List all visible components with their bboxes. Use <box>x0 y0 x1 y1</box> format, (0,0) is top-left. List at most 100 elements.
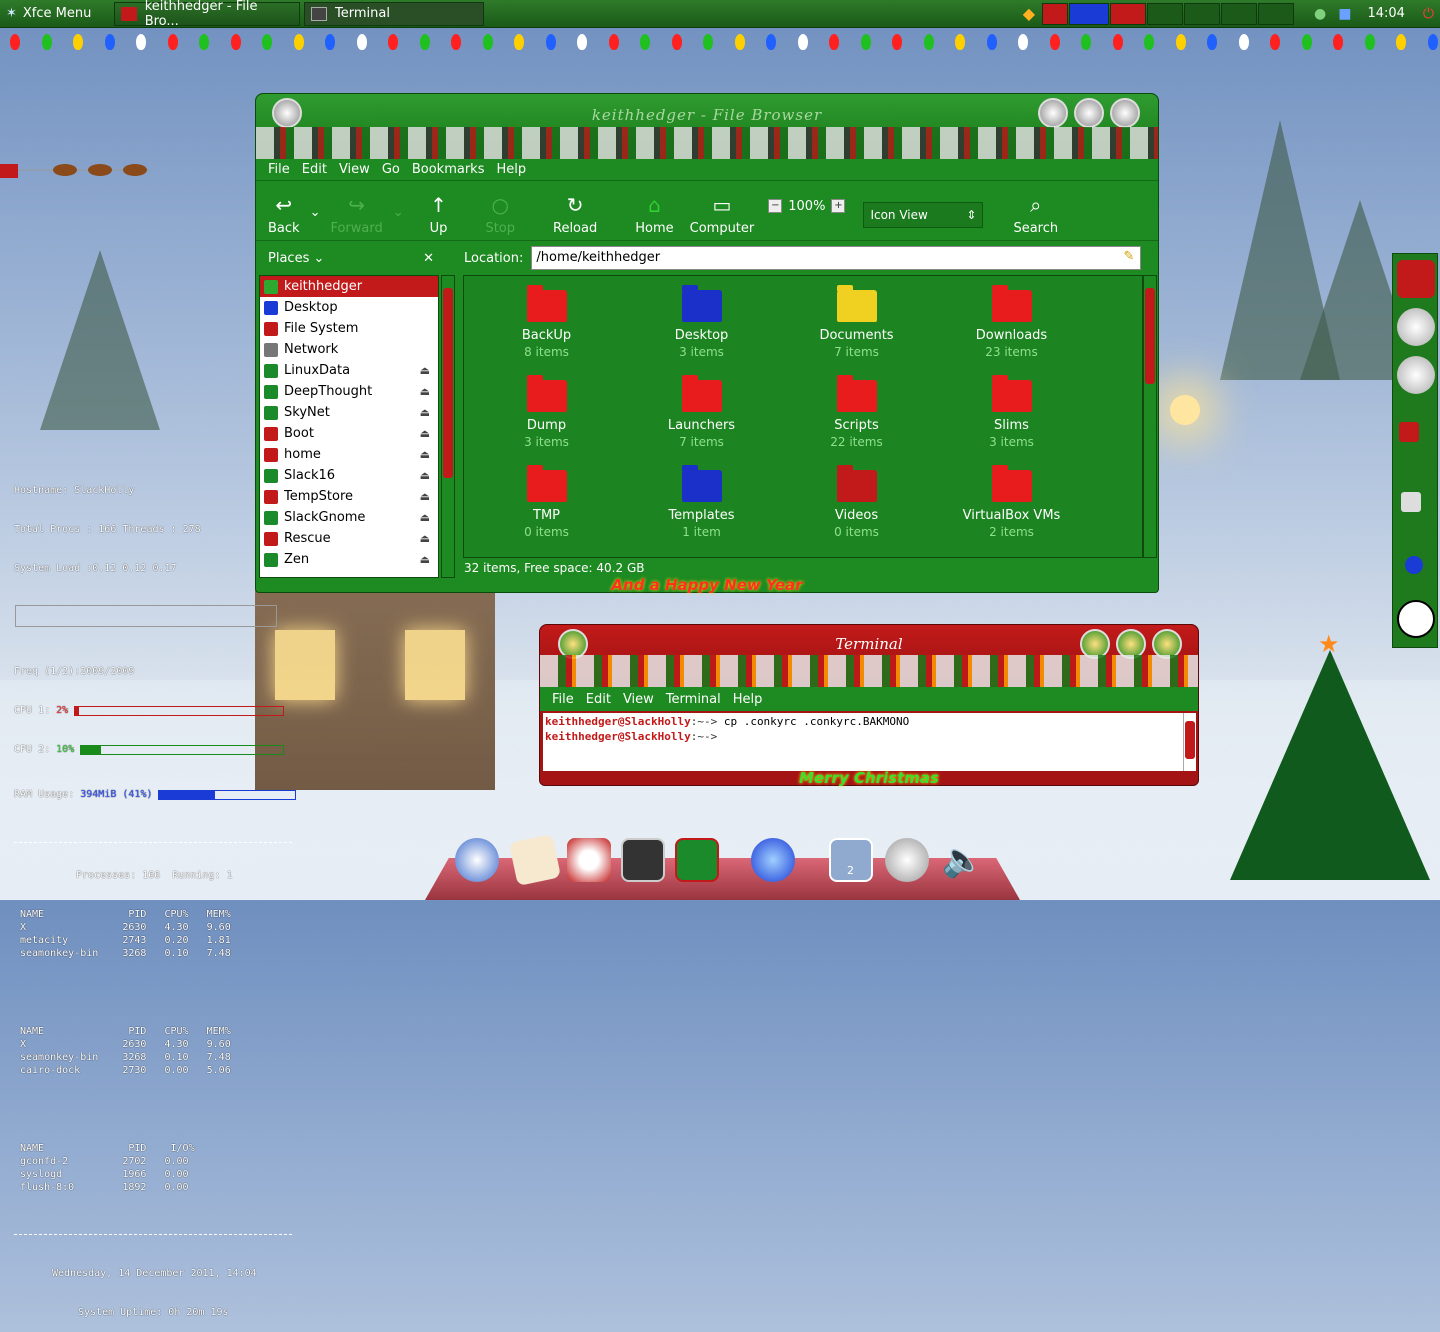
dock-mail-icon[interactable] <box>508 833 562 887</box>
home-button[interactable]: ⌂ Home <box>627 186 681 240</box>
folder-item[interactable]: VirtualBox VMs 2 items <box>934 465 1089 539</box>
dock-seamonkey-icon[interactable] <box>751 838 795 882</box>
stop-button[interactable]: ○ Stop <box>477 186 523 240</box>
folder-item[interactable]: Downloads 23 items <box>934 285 1089 359</box>
forward-history-dropdown[interactable]: ⌄ <box>391 186 406 240</box>
zoom-in-button[interactable]: + <box>831 199 846 213</box>
workspace-7[interactable] <box>1258 2 1294 25</box>
eject-icon[interactable]: ⏏ <box>420 511 430 524</box>
music-cd-icon[interactable] <box>1397 308 1435 346</box>
dock-volume-icon[interactable]: 🔈 <box>941 838 985 882</box>
eject-icon[interactable]: ⏏ <box>420 427 430 440</box>
eject-icon[interactable]: ⏏ <box>420 385 430 398</box>
xfce-menu-button[interactable]: ✶ Xfce Menu <box>0 2 110 26</box>
jukebox-icon[interactable] <box>1397 260 1435 298</box>
places-dropdown[interactable]: Places ⌄ <box>268 251 324 266</box>
icon-view-scrollbar[interactable] <box>1143 275 1157 558</box>
sidebar-scrollbar[interactable] <box>441 275 455 578</box>
close-sidebar-icon[interactable]: ✕ <box>423 251 434 266</box>
sidebar-item-zen[interactable]: Zen ⏏ <box>260 549 438 570</box>
search-button[interactable]: ⌕ Search <box>1005 186 1066 240</box>
menu-terminal[interactable]: Terminal <box>666 692 721 707</box>
terminal-titlebar[interactable]: Terminal <box>540 625 1198 687</box>
eject-icon[interactable]: ⏏ <box>420 448 430 461</box>
dock-workspaces-icon[interactable]: 2 <box>829 838 873 882</box>
dock-clock-icon[interactable] <box>885 838 929 882</box>
menu-bookmarks[interactable]: Bookmarks <box>412 162 485 177</box>
workspace-2[interactable] <box>1069 2 1109 25</box>
logout-icon[interactable]: ⏻ <box>1417 2 1440 26</box>
folder-item[interactable]: Scripts 22 items <box>779 375 934 449</box>
up-button[interactable]: ↑ Up <box>422 186 456 240</box>
network-icon[interactable]: ◆ <box>1017 2 1041 26</box>
menu-view[interactable]: View <box>339 162 370 177</box>
eject-icon[interactable]: ⏏ <box>420 532 430 545</box>
sidebar-item-boot[interactable]: Boot ⏏ <box>260 423 438 444</box>
folder-item[interactable]: Dump 3 items <box>469 375 624 449</box>
terminal-scrollbar[interactable] <box>1183 713 1196 771</box>
workspace-4[interactable] <box>1147 2 1183 25</box>
video-cd-icon[interactable] <box>1397 356 1435 394</box>
file-browser-titlebar[interactable]: keithhedger - File Browser <box>256 94 1158 159</box>
forward-button[interactable]: ↪ Forward <box>322 186 390 240</box>
tray-update-icon[interactable]: ● <box>1308 2 1332 26</box>
dock-file-manager-icon[interactable] <box>675 838 719 882</box>
sidebar-item-skynet[interactable]: SkyNet ⏏ <box>260 402 438 423</box>
sidebar-item-home[interactable]: home ⏏ <box>260 444 438 465</box>
sidebar-item-tempstore[interactable]: TempStore ⏏ <box>260 486 438 507</box>
workspace-5[interactable] <box>1184 2 1220 25</box>
menu-go[interactable]: Go <box>382 162 400 177</box>
sidebar-item-file-system[interactable]: File System <box>260 318 438 339</box>
view-mode-select[interactable]: Icon View ⇕ <box>863 202 984 228</box>
folder-item[interactable]: Templates 1 item <box>624 465 779 539</box>
eject-icon[interactable]: ⏏ <box>420 364 430 377</box>
workspace-6[interactable] <box>1221 2 1257 25</box>
folder-item[interactable]: TMP 0 items <box>469 465 624 539</box>
reload-button[interactable]: ↻ Reload <box>545 186 605 240</box>
sidebar-item-deepthought[interactable]: DeepThought ⏏ <box>260 381 438 402</box>
sidebar-item-linuxdata[interactable]: LinuxData ⏏ <box>260 360 438 381</box>
task-file-browser[interactable]: keithhedger - File Bro... <box>114 0 300 29</box>
applet-icon[interactable] <box>1399 422 1419 442</box>
tray-display-icon[interactable]: ■ <box>1332 2 1357 26</box>
sidebar-item-rescue[interactable]: Rescue ⏏ <box>260 528 438 549</box>
back-button[interactable]: ↩ Back <box>260 186 308 240</box>
panel-clock[interactable]: 14:04 <box>1367 6 1404 21</box>
computer-button[interactable]: ▭ Computer <box>682 186 763 240</box>
dock-santa-icon[interactable] <box>567 838 611 882</box>
zoom-out-button[interactable]: − <box>768 199 783 213</box>
tray-icon[interactable] <box>1401 492 1421 512</box>
minimize-icon[interactable] <box>1038 98 1068 128</box>
menu-help[interactable]: Help <box>496 162 526 177</box>
menu-file[interactable]: File <box>268 162 290 177</box>
menu-view[interactable]: View <box>623 692 654 707</box>
sidebar-item-slackgnome[interactable]: SlackGnome ⏏ <box>260 507 438 528</box>
clear-location-icon[interactable]: ✎ <box>1123 249 1134 264</box>
eject-icon[interactable]: ⏏ <box>420 490 430 503</box>
task-terminal[interactable]: Terminal <box>304 1 484 26</box>
eject-icon[interactable]: ⏏ <box>420 553 430 566</box>
analog-clock-icon[interactable] <box>1397 600 1435 638</box>
menu-edit[interactable]: Edit <box>586 692 611 707</box>
sidebar-item-network[interactable]: Network <box>260 339 438 360</box>
eject-icon[interactable]: ⏏ <box>420 406 430 419</box>
close-icon[interactable] <box>1110 98 1140 128</box>
back-history-dropdown[interactable]: ⌄ <box>308 186 323 240</box>
location-input[interactable]: /home/keithhedger ✎ <box>531 246 1142 270</box>
notifier-icon[interactable] <box>1405 556 1423 574</box>
eject-icon[interactable]: ⏏ <box>420 469 430 482</box>
folder-item[interactable]: Desktop 3 items <box>624 285 779 359</box>
sidebar-item-slack16[interactable]: Slack16 ⏏ <box>260 465 438 486</box>
maximize-icon[interactable] <box>1074 98 1104 128</box>
dock-app-launcher-icon[interactable] <box>455 838 499 882</box>
folder-item[interactable]: BackUp 8 items <box>469 285 624 359</box>
sidebar-item-keithhedger[interactable]: keithhedger <box>260 276 438 297</box>
folder-item[interactable]: Launchers 7 items <box>624 375 779 449</box>
folder-item[interactable]: Videos 0 items <box>779 465 934 539</box>
workspace-1[interactable] <box>1042 2 1068 25</box>
menu-file[interactable]: File <box>552 692 574 707</box>
folder-item[interactable]: Slims 3 items <box>934 375 1089 449</box>
menu-help[interactable]: Help <box>733 692 763 707</box>
menu-edit[interactable]: Edit <box>302 162 327 177</box>
dock-terminal-icon[interactable] <box>621 838 665 882</box>
